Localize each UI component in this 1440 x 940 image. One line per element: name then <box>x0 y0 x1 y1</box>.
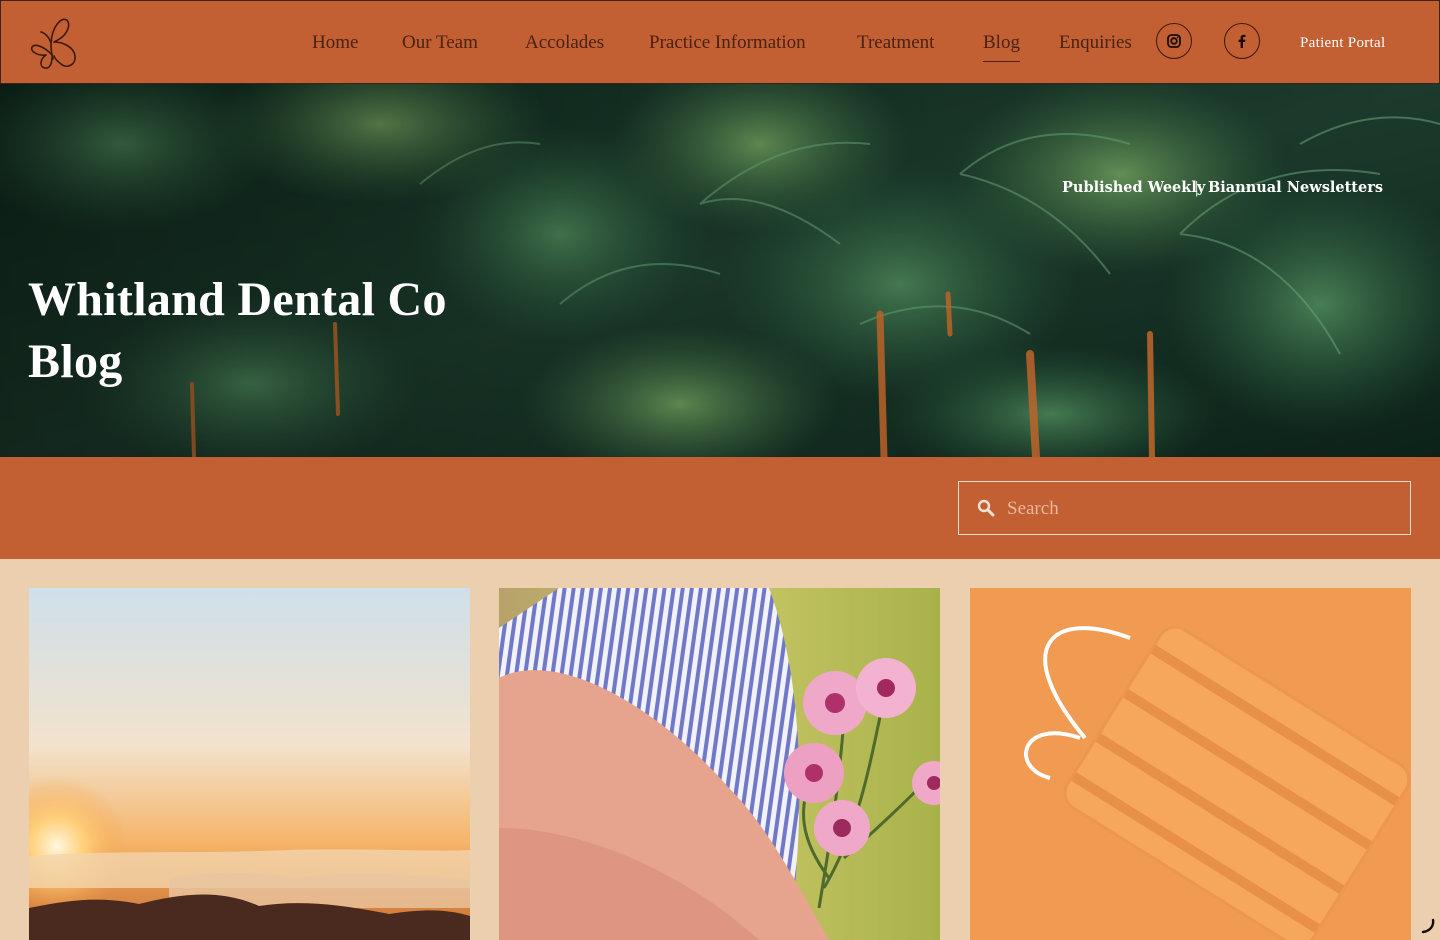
search-band <box>0 457 1440 559</box>
search-input[interactable] <box>1005 492 1399 526</box>
blog-card-face-mask[interactable] <box>970 588 1411 940</box>
nav-enquiries[interactable]: Enquiries <box>1059 29 1132 57</box>
pregnant-woman-with-flowers-image <box>499 588 940 940</box>
nav-accolades[interactable]: Accolades <box>525 29 604 57</box>
blog-card-sunset[interactable] <box>29 588 470 940</box>
instagram-icon <box>1167 34 1181 48</box>
biannual-newsletters-label: Biannual Newsletters <box>1208 179 1384 196</box>
nav-home[interactable]: Home <box>312 29 358 57</box>
search-icon <box>977 499 995 517</box>
hero-tag-separator: | <box>1195 178 1199 197</box>
page-title-line1: Whitland Dental Co <box>28 273 447 326</box>
facebook-button[interactable] <box>1224 23 1260 59</box>
sunset-over-clouds-image <box>29 588 470 940</box>
search-box[interactable] <box>958 481 1411 535</box>
nav-treatment[interactable]: Treatment <box>857 29 934 57</box>
patient-portal-link[interactable]: Patient Portal <box>1300 32 1385 54</box>
hero-banner: Published Weekly | Biannual Newsletters … <box>0 84 1440 457</box>
nav-blog[interactable]: Blog <box>983 29 1020 62</box>
site-header: Home Our Team Accolades Practice Informa… <box>0 0 1440 84</box>
published-weekly-label: Published Weekly <box>1062 179 1206 196</box>
blog-card-pregnancy[interactable] <box>499 588 940 940</box>
jungle-background-image <box>0 84 1440 457</box>
page-title-line2: Blog <box>28 335 123 388</box>
instagram-button[interactable] <box>1156 23 1192 59</box>
butterfly-logo-icon[interactable] <box>27 15 81 71</box>
nav-our-team[interactable]: Our Team <box>402 29 478 57</box>
facebook-icon <box>1238 34 1246 48</box>
orange-face-mask-image <box>970 588 1411 940</box>
loading-spinner-icon <box>1421 918 1435 934</box>
nav-practice-information[interactable]: Practice Information <box>649 29 806 57</box>
